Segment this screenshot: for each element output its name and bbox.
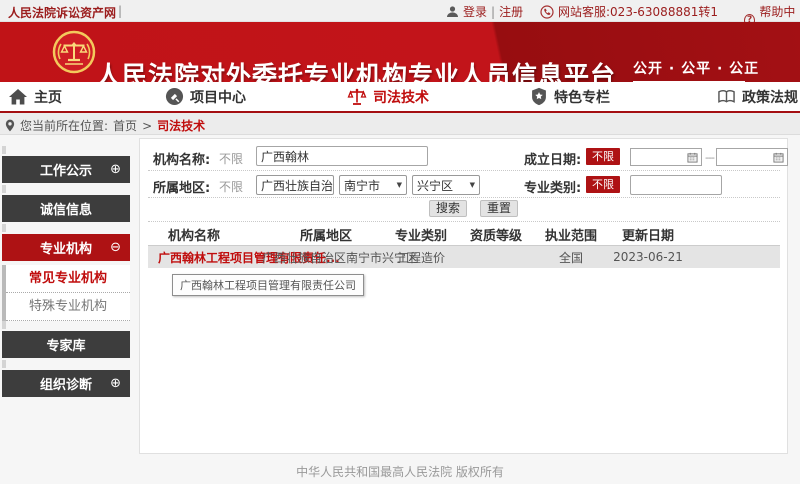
category-any-button[interactable]: 不限 <box>586 176 620 193</box>
sidebar-submenu: 常见专业机构 特殊专业机构 <box>2 265 130 321</box>
main-panel: 机构名称: 不限 成立日期: 不限 --- 所属地区: 不限 广西壮族自治 ▼ … <box>139 138 788 454</box>
breadcrumb-prefix: 您当前所在位置: <box>20 117 108 134</box>
column-header: 执业范围 <box>540 225 602 244</box>
nav-label: 主页 <box>34 87 62 107</box>
chevron-down-icon: ▼ <box>333 181 334 189</box>
org-name-input[interactable] <box>256 146 428 166</box>
founded-date-label: 成立日期: <box>524 149 581 168</box>
sidebar-subitem-common-institutions[interactable]: 常见专业机构 <box>6 265 130 293</box>
category-input[interactable] <box>630 175 722 195</box>
scales-icon <box>347 87 367 107</box>
org-name-label: 机构名称: <box>153 149 210 168</box>
login-link[interactable]: 登录 <box>463 3 487 20</box>
column-header: 机构名称 <box>158 225 262 244</box>
founded-from-input[interactable] <box>630 148 702 166</box>
chevron-down-icon: ▼ <box>394 181 402 189</box>
court-emblem-logo <box>52 30 96 74</box>
nav-label: 项目中心 <box>190 87 246 107</box>
filter-divider <box>148 170 780 171</box>
hotline-text: 网站客服:023-63088881转1 <box>558 3 718 20</box>
region-province-select[interactable]: 广西壮族自治 ▼ <box>256 175 334 195</box>
topbar-divider: | <box>118 4 122 18</box>
region-label: 所属地区: <box>153 177 210 196</box>
header-slogan: 公开 · 公平 · 公正 <box>633 58 745 83</box>
calendar-icon <box>687 152 698 163</box>
breadcrumb-separator: > <box>142 119 152 133</box>
selected-district: 兴宁区 <box>417 177 453 194</box>
region-city-select[interactable]: 南宁市 ▼ <box>339 175 407 195</box>
nav-item-featured-column[interactable]: 特色专栏 <box>530 82 610 111</box>
calendar-icon <box>773 152 784 163</box>
expand-icon: ⊕ <box>110 376 121 391</box>
sidebar-item-label: 组织诊断 <box>40 374 92 393</box>
org-region-cell: 广西壮族自治区南宁市兴宁区 <box>262 249 390 266</box>
filter-divider <box>148 221 780 222</box>
footer-copyright: 中华人民共和国最高人民法院 版权所有 <box>0 463 800 480</box>
region-any-option[interactable]: 不限 <box>219 178 243 195</box>
selected-city: 南宁市 <box>344 177 380 194</box>
selected-province: 广西壮族自治 <box>261 177 333 194</box>
org-name-tooltip: 广西翰林工程项目管理有限责任公司 <box>172 274 364 296</box>
book-icon <box>717 88 736 105</box>
breadcrumb: 您当前所在位置: 首页 > 司法技术 <box>0 113 800 135</box>
nav-item-project-center[interactable]: 项目中心 <box>165 82 246 111</box>
nav-item-policies[interactable]: 政策法规 <box>717 82 798 111</box>
nav-label: 政策法规 <box>742 87 798 107</box>
expand-icon: ⊕ <box>110 162 121 177</box>
org-category-cell: 工程造价 <box>390 249 452 266</box>
project-center-icon <box>165 87 184 106</box>
sidebar: 工作公示 ⊕ 诚信信息 专业机构 ⊖ 常见专业机构 特殊专业机构 专家库 组织诊… <box>2 156 130 409</box>
org-name-any-option[interactable]: 不限 <box>219 150 243 167</box>
breadcrumb-home[interactable]: 首页 <box>113 117 137 134</box>
home-icon <box>8 87 28 107</box>
login-register-divider: | <box>491 5 495 19</box>
location-pin-icon <box>5 119 15 132</box>
filter-divider <box>148 197 780 198</box>
sidebar-item-label: 诚信信息 <box>40 199 92 218</box>
org-scope-cell: 全国 <box>540 249 602 266</box>
sidebar-item-label: 专家库 <box>46 335 85 354</box>
nav-label: 司法技术 <box>373 87 429 107</box>
breadcrumb-current: 司法技术 <box>157 117 205 134</box>
nav-label: 特色专栏 <box>554 87 610 107</box>
reset-button[interactable]: 重置 <box>480 200 518 217</box>
founded-to-input[interactable] <box>716 148 788 166</box>
user-icon <box>446 5 459 18</box>
nav-item-judicial-tech[interactable]: 司法技术 <box>347 82 429 111</box>
category-label: 专业类别: <box>524 177 581 196</box>
column-header: 所属地区 <box>262 225 390 244</box>
date-range-separator: --- <box>705 151 714 164</box>
phone-icon <box>540 5 554 19</box>
sidebar-item-label: 工作公示 <box>40 160 92 179</box>
sidebar-item-professional-institutions[interactable]: 专业机构 ⊖ <box>2 234 130 261</box>
table-header-row: 机构名称 所属地区 专业类别 资质等级 执业范围 更新日期 <box>158 225 694 244</box>
sidebar-item-organization-diagnosis[interactable]: 组织诊断 ⊕ <box>2 370 130 397</box>
region-district-select[interactable]: 兴宁区 ▼ <box>412 175 480 195</box>
sidebar-item-expert-pool[interactable]: 专家库 <box>2 331 130 358</box>
column-header: 资质等级 <box>452 225 540 244</box>
site-header: 人民法院对外委托专业机构专业人员信息平台 公开 · 公平 · 公正 www.rm… <box>0 22 800 82</box>
sidebar-subitem-special-institutions[interactable]: 特殊专业机构 <box>6 293 130 321</box>
nav-item-home[interactable]: 主页 <box>8 82 62 111</box>
collapse-icon: ⊖ <box>110 240 121 255</box>
founded-any-button[interactable]: 不限 <box>586 148 620 165</box>
shield-star-icon <box>530 87 548 106</box>
column-header: 更新日期 <box>602 225 694 244</box>
chevron-down-icon: ▼ <box>467 181 475 189</box>
search-button[interactable]: 搜索 <box>429 200 467 217</box>
register-link[interactable]: 注册 <box>499 3 523 20</box>
table-row[interactable]: 广西翰林工程项目管理有限责任... 广西壮族自治区南宁市兴宁区 工程造价 全国 … <box>148 246 780 268</box>
sidebar-item-work-publicity[interactable]: 工作公示 ⊕ <box>2 156 130 183</box>
sidebar-item-integrity-info[interactable]: 诚信信息 <box>2 195 130 222</box>
top-utility-bar: 人民法院诉讼资产网 | 登录 | 注册 网站客服:023-63088881转1 … <box>0 0 800 22</box>
org-updated-cell: 2023-06-21 <box>602 250 694 264</box>
sister-site-link[interactable]: 人民法院诉讼资产网 <box>8 4 116 21</box>
main-nav: 主页 项目中心 司法技术 特色专栏 政策法规 <box>0 82 800 113</box>
column-header: 专业类别 <box>390 225 452 244</box>
org-name-link[interactable]: 广西翰林工程项目管理有限责任... <box>158 249 262 266</box>
sidebar-item-label: 专业机构 <box>40 238 92 257</box>
